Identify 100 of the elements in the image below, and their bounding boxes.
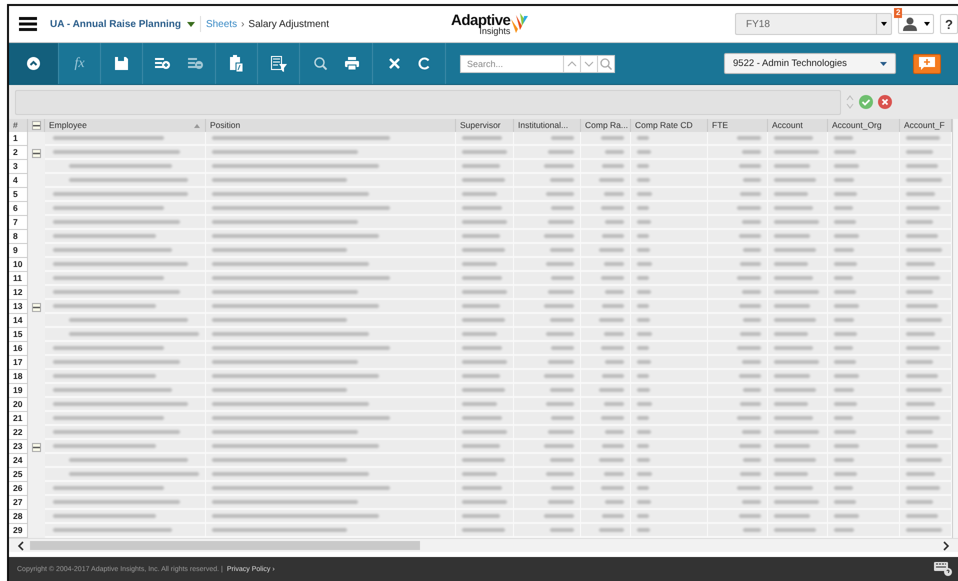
blurred-text	[834, 304, 859, 308]
scroll-right-icon[interactable]	[943, 540, 950, 550]
blurred-text	[601, 346, 624, 350]
help-button[interactable]: ?	[940, 14, 958, 34]
search-field[interactable]: Search...	[460, 54, 564, 72]
blurred-text	[550, 248, 574, 252]
blurred-text	[834, 500, 856, 504]
level-dropdown[interactable]: 9522 - Admin Technologies	[724, 53, 896, 74]
blurred-text	[834, 458, 854, 462]
blurred-text	[462, 192, 497, 196]
previous-button[interactable]	[564, 54, 581, 72]
vertical-scrollbar[interactable]	[952, 119, 958, 538]
blurred-text	[774, 500, 819, 504]
blurred-text	[774, 346, 813, 350]
expand-toggle[interactable]	[32, 442, 41, 452]
print-icon[interactable]	[344, 57, 358, 70]
save-icon[interactable]	[115, 57, 128, 70]
expand-toggle[interactable]	[32, 148, 41, 158]
zoom-icon[interactable]	[314, 57, 326, 70]
blurred-text	[637, 164, 649, 168]
blurred-text	[637, 472, 652, 476]
blurred-text	[737, 346, 761, 350]
paste-formula-icon[interactable]	[230, 55, 243, 72]
blurred-text	[605, 360, 624, 364]
insert-row-icon[interactable]	[155, 58, 170, 69]
blurred-text	[906, 164, 938, 168]
collapse-all-button[interactable]	[32, 121, 40, 130]
blurred-text	[774, 220, 819, 224]
blurred-text	[599, 178, 624, 182]
blurred-text	[740, 262, 761, 266]
caret-icon[interactable]	[186, 22, 195, 26]
menu-icon[interactable]	[19, 17, 37, 31]
row-number: 8	[9, 230, 28, 244]
blurred-text	[834, 360, 856, 364]
collapse-icon[interactable]	[27, 57, 40, 70]
blurred-text	[742, 360, 761, 364]
blurred-text	[637, 248, 650, 252]
blurred-text	[834, 178, 854, 182]
chevron-up-icon	[567, 60, 577, 66]
row-number: 29	[9, 524, 28, 538]
blurred-text	[604, 192, 624, 196]
blurred-text	[462, 346, 502, 350]
blurred-text	[742, 430, 761, 434]
close-icon[interactable]	[388, 58, 400, 69]
next-button[interactable]	[581, 54, 598, 72]
blurred-text	[604, 402, 624, 406]
keyboard-icon[interactable]	[934, 562, 952, 576]
blurred-text	[548, 150, 574, 154]
blurred-text	[774, 416, 813, 420]
scrollbar-thumb[interactable]	[30, 541, 420, 550]
blurred-text	[462, 136, 502, 140]
blurred-text	[637, 304, 649, 308]
blurred-text	[637, 178, 650, 182]
blurred-text	[774, 178, 816, 182]
blurred-text	[550, 458, 574, 462]
row-number: 18	[9, 370, 28, 384]
blurred-text	[637, 262, 652, 266]
search-button[interactable]	[598, 54, 615, 72]
row-number: 4	[9, 174, 28, 188]
blurred-text	[599, 388, 624, 392]
horizontal-scrollbar[interactable]	[9, 538, 958, 552]
blurred-text	[774, 458, 816, 462]
blurred-text	[601, 206, 624, 210]
minus-icon	[32, 124, 40, 126]
blurred-text	[462, 528, 505, 532]
filter-sheet-icon[interactable]	[270, 56, 286, 72]
blurred-text	[834, 402, 857, 406]
blurred-text	[906, 444, 938, 448]
blurred-text	[637, 234, 649, 238]
blurred-text	[743, 178, 761, 182]
blurred-text	[906, 276, 940, 280]
blurred-text	[834, 318, 854, 322]
blurred-text	[834, 388, 854, 392]
blurred-text	[742, 150, 761, 154]
blurred-text	[906, 178, 942, 182]
formula-field[interactable]	[15, 90, 841, 114]
blurred-text	[774, 486, 813, 490]
blurred-text	[774, 332, 808, 336]
refresh-icon[interactable]	[418, 57, 430, 70]
blurred-text	[834, 234, 859, 238]
blurred-text	[637, 136, 649, 140]
user-icon	[902, 17, 916, 31]
blurred-text	[637, 444, 649, 448]
workspace-link[interactable]: UA - Annual Raise Planning	[50, 18, 181, 30]
blurred-text	[637, 486, 649, 490]
row-number: 19	[9, 384, 28, 398]
breadcrumb-link[interactable]: Sheets	[206, 18, 238, 30]
blurred-text	[605, 290, 624, 294]
blurred-text	[604, 332, 624, 336]
cancel-icon[interactable]	[878, 95, 892, 109]
blurred-text	[605, 150, 624, 154]
expand-toggle[interactable]	[32, 302, 41, 312]
user-menu-button[interactable]	[898, 14, 934, 34]
blurred-text	[544, 444, 574, 448]
add-comment-button[interactable]	[913, 54, 941, 74]
delete-row-icon[interactable]	[188, 58, 203, 69]
period-dropdown[interactable]: FY18	[735, 13, 892, 35]
blurred-text	[637, 388, 650, 392]
blurred-text	[774, 262, 808, 266]
scroll-left-icon[interactable]	[17, 540, 24, 550]
